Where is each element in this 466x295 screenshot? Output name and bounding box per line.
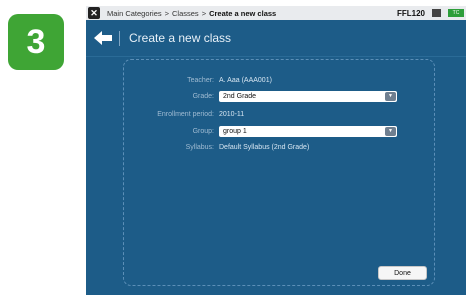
page-header: Create a new class — [86, 20, 466, 57]
group-select-value: group 1 — [223, 127, 247, 135]
back-arrow-icon[interactable] — [94, 30, 112, 46]
page-title: Create a new class — [129, 31, 232, 45]
enrollment-label: Enrollment period: — [157, 110, 214, 118]
syllabus-value: Default Syllabus (2nd Grade) — [219, 143, 310, 151]
form-panel: Teacher: A. Aaa (AAA001) Grade: 2nd Grad… — [123, 59, 435, 286]
user-code: FFL120 — [397, 8, 426, 18]
group-row: Group: group 1 ▼ — [124, 125, 434, 137]
done-button[interactable]: Done — [378, 266, 427, 280]
chevron-down-icon[interactable]: ▼ — [385, 126, 396, 136]
grade-select-value: 2nd Grade — [223, 92, 257, 100]
app-window: ✕ Main Categories > Classes > Create a n… — [86, 6, 466, 295]
group-select[interactable]: group 1 ▼ — [219, 125, 397, 137]
breadcrumb-main-categories[interactable]: Main Categories — [107, 9, 162, 18]
step-number-badge: 3 — [8, 14, 64, 70]
document-icon[interactable] — [432, 9, 441, 17]
grade-row: Grade: 2nd Grade ▼ — [124, 90, 434, 102]
breadcrumb: Main Categories > Classes > Create a new… — [107, 9, 276, 18]
syllabus-row: Syllabus: Default Syllabus (2nd Grade) — [124, 141, 434, 153]
header-divider — [119, 30, 120, 46]
syllabus-label: Syllabus: — [185, 143, 214, 151]
enrollment-value: 2010-11 — [219, 110, 245, 118]
teacher-label: Teacher: — [187, 76, 214, 84]
top-bar: ✕ Main Categories > Classes > Create a n… — [86, 6, 466, 20]
teacher-row: Teacher: A. Aaa (AAA001) — [124, 74, 434, 86]
status-chip: TC — [448, 9, 464, 17]
grade-select[interactable]: 2nd Grade ▼ — [219, 90, 397, 102]
breadcrumb-separator: > — [201, 8, 207, 18]
close-icon[interactable]: ✕ — [88, 7, 100, 19]
chevron-down-icon[interactable]: ▼ — [385, 91, 396, 101]
breadcrumb-current: Create a new class — [209, 8, 277, 18]
breadcrumb-classes[interactable]: Classes — [172, 9, 199, 18]
grade-label: Grade: — [192, 92, 214, 100]
enrollment-row: Enrollment period: 2010-11 — [124, 108, 434, 120]
teacher-value: A. Aaa (AAA001) — [219, 76, 272, 84]
breadcrumb-separator: > — [164, 8, 169, 18]
group-label: Group: — [192, 127, 214, 135]
